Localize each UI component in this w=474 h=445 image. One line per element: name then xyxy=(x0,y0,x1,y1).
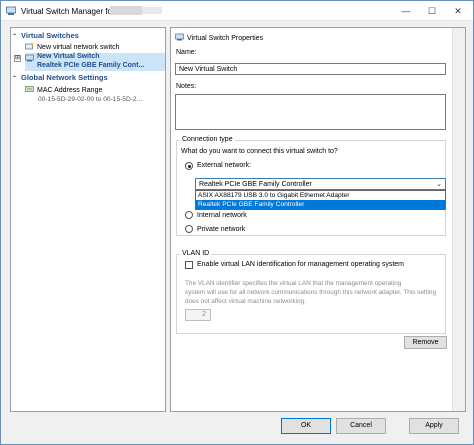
mac-address-icon xyxy=(25,86,34,92)
vlan-description-line-2: system will use for all network communic… xyxy=(185,289,437,296)
external-adapter-select[interactable]: Realtek PCIe GBE Family Controller ⌄ xyxy=(195,178,446,190)
internal-network-radio[interactable] xyxy=(185,211,193,219)
redacted-host-name xyxy=(110,6,142,15)
enable-vlan-label: Enable virtual LAN identification for ma… xyxy=(197,261,404,268)
name-label: Name: xyxy=(176,49,197,56)
enable-vlan-checkbox[interactable] xyxy=(185,261,193,269)
virtual-switch-icon xyxy=(25,54,34,62)
vlan-description-line-1: The VLAN identifier specifies the virtua… xyxy=(185,280,402,287)
minimize-button[interactable]: — xyxy=(393,1,419,21)
switch-tree-pane: ⌃ Virtual Switches New virtual network sw… xyxy=(10,27,166,412)
connection-type-legend: Connection type xyxy=(180,136,235,143)
vlan-id-legend: VLAN ID xyxy=(180,250,212,257)
properties-section-title: Virtual Switch Properties xyxy=(175,33,263,42)
notes-label: Notes: xyxy=(176,83,197,90)
properties-scrollbar[interactable] xyxy=(452,28,465,411)
expand-switch-toggle[interactable]: ⊞ xyxy=(14,55,21,62)
collapse-chevron-icon[interactable]: ⌃ xyxy=(12,33,21,40)
tree-item-new-network-switch[interactable]: New virtual network switch xyxy=(25,42,119,51)
external-network-radio[interactable] xyxy=(185,162,193,170)
collapse-chevron-icon[interactable]: ⌃ xyxy=(12,75,21,82)
ok-button[interactable]: OK xyxy=(281,418,331,434)
private-network-label: Private network xyxy=(197,226,246,233)
remove-button[interactable]: Remove xyxy=(404,336,447,349)
vlan-id-spinbox: 2 xyxy=(185,309,211,321)
mac-range-value: 00-15-5D-29-02-00 to 00-15-5D-2... xyxy=(38,96,143,103)
maximize-button[interactable]: ☐ xyxy=(419,1,445,21)
private-network-radio[interactable] xyxy=(185,225,193,233)
virtual-switches-header[interactable]: ⌃ Virtual Switches xyxy=(12,31,79,41)
tree-item-new-virtual-switch[interactable]: New Virtual Switch Realtek PCIe GBE Fami… xyxy=(25,53,165,71)
tree-item-mac-address-range[interactable]: MAC Address Range xyxy=(25,85,102,94)
vlan-description-line-3: does not affect virtual machine networki… xyxy=(185,298,307,305)
cancel-button[interactable]: Cancel xyxy=(336,418,386,434)
adapter-dropdown-list: ASIX AX88179 USB 3.0 to Gigabit Ethernet… xyxy=(195,190,446,210)
external-network-label: External network: xyxy=(197,162,252,169)
window-title: Virtual Switch Manager for xyxy=(21,7,115,16)
notes-textarea[interactable] xyxy=(175,94,446,130)
switch-properties-pane: Virtual Switch Properties Name: New Virt… xyxy=(170,27,466,412)
connection-question: What do you want to connect this virtual… xyxy=(181,148,338,155)
close-button[interactable]: ✕ xyxy=(445,1,471,21)
adapter-option-realtek[interactable]: Realtek PCIe GBE Family Controller xyxy=(196,200,445,209)
redacted-host-name-fade xyxy=(142,7,162,14)
global-network-settings-header[interactable]: ⌃ Global Network Settings xyxy=(12,73,108,83)
adapter-option-asix[interactable]: ASIX AX88179 USB 3.0 to Gigabit Ethernet… xyxy=(196,191,445,200)
network-switch-icon xyxy=(6,6,16,15)
internal-network-label: Internal network xyxy=(197,212,247,219)
title-bar[interactable]: Virtual Switch Manager for — ☐ ✕ xyxy=(1,1,473,21)
apply-button[interactable]: Apply xyxy=(409,418,459,434)
switch-adapter-label: Realtek PCIe GBE Family Cont... xyxy=(37,62,145,69)
chevron-down-icon: ⌄ xyxy=(436,181,442,188)
virtual-switch-manager-window: Virtual Switch Manager for — ☐ ✕ ⌃ Virtua… xyxy=(0,0,474,445)
network-switch-icon xyxy=(175,33,184,41)
switch-name-input[interactable]: New Virtual Switch xyxy=(175,63,446,75)
new-switch-star-icon xyxy=(25,42,34,50)
switch-name-label: New Virtual Switch xyxy=(37,53,100,60)
